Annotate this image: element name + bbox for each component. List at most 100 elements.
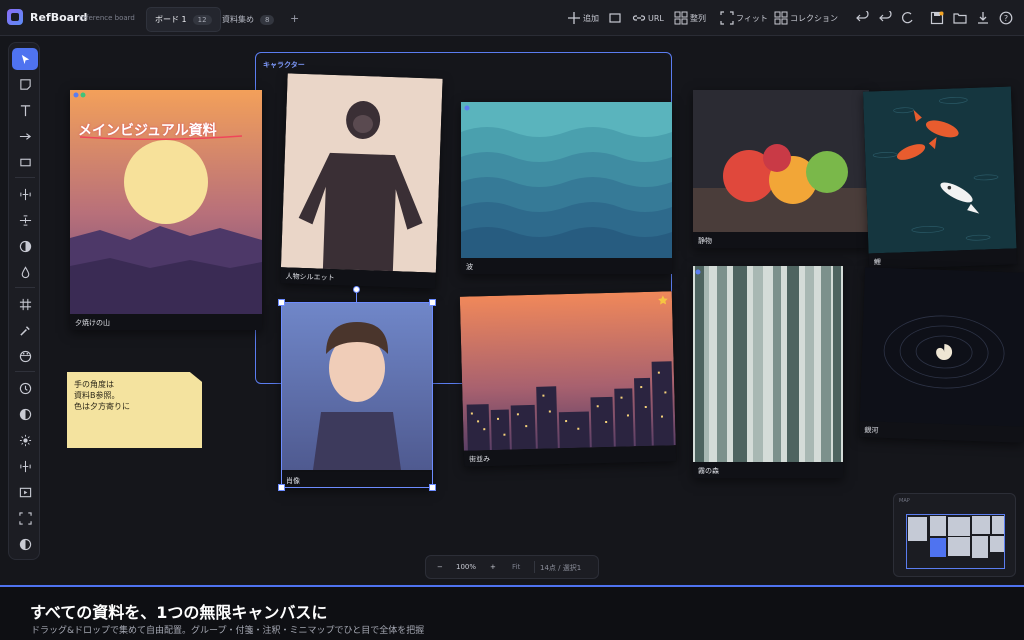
sticky-line: 資料B参照。: [74, 391, 120, 400]
arrange-button[interactable]: 整列: [674, 9, 706, 27]
help-button[interactable]: ?: [999, 10, 1013, 25]
fit-label: フィット: [736, 13, 768, 23]
resize-handle-top-right[interactable]: [429, 299, 436, 306]
note-tool[interactable]: [12, 73, 38, 95]
flip-icon: [19, 460, 31, 472]
minimap-label: MAP: [899, 498, 910, 504]
zoom-fit-button[interactable]: Fit: [512, 563, 520, 571]
minimap[interactable]: MAP: [893, 493, 1016, 577]
zoom-divider: [534, 561, 535, 573]
minimap-viewport[interactable]: [906, 514, 1005, 569]
card-sunset-mountains[interactable]: メインビジュアル資料 夕焼けの山: [70, 90, 262, 330]
grid-tool[interactable]: [12, 293, 38, 315]
download-button[interactable]: [976, 10, 990, 24]
city-image: [459, 291, 676, 451]
card-caption: 静物: [693, 232, 869, 248]
align-h-icon: [19, 188, 31, 200]
frame-button[interactable]: [608, 10, 622, 24]
invert-icon: [19, 408, 31, 420]
text-icon: [20, 104, 30, 116]
card-silhouette[interactable]: 人物シルエット: [280, 73, 443, 289]
url-label: URL: [648, 13, 664, 23]
note-icon: [19, 78, 31, 90]
sticky-note[interactable]: 手の角度は 資料B参照。 色は夕方寄りに: [67, 372, 202, 448]
collection-icon: [774, 11, 788, 25]
annotation-text[interactable]: メインビジュアル資料: [78, 120, 217, 140]
card-caption: 波: [461, 258, 672, 274]
zoom-level[interactable]: 100%: [456, 563, 476, 571]
frame-icon: [609, 13, 621, 23]
url-button[interactable]: URL: [632, 9, 664, 27]
card-forest[interactable]: 霧の森: [693, 266, 843, 478]
clock-icon: [19, 382, 31, 394]
card-still-life[interactable]: 静物: [693, 90, 869, 248]
redo-button[interactable]: [900, 10, 914, 24]
brightness-tool[interactable]: [12, 429, 38, 451]
tab-label: ボード 1: [155, 15, 187, 24]
fit-button[interactable]: フィット: [720, 9, 768, 27]
flip-tool[interactable]: [12, 455, 38, 477]
select-icon: [21, 54, 29, 64]
collection-label: コレクション: [790, 13, 838, 23]
add-tab-button[interactable]: +: [290, 12, 299, 25]
add-button[interactable]: 追加: [567, 9, 599, 27]
open-folder-button[interactable]: [953, 10, 967, 24]
present-tool[interactable]: [12, 481, 38, 503]
invert-tool[interactable]: [12, 403, 38, 425]
save-button[interactable]: [930, 10, 944, 25]
tab-board-1[interactable]: ボード 1 12: [146, 7, 221, 32]
sticky-line: 手の角度は: [74, 380, 114, 389]
zoom-in-button[interactable]: +: [490, 563, 496, 571]
undo-all-button[interactable]: [878, 9, 892, 24]
app-subtitle: reference board: [79, 14, 135, 22]
rotate-handle[interactable]: [353, 286, 360, 293]
drop-icon: [21, 265, 29, 278]
theme-tool[interactable]: [12, 533, 38, 555]
help-icon: ?: [999, 11, 1013, 25]
zoom-out-button[interactable]: −: [437, 563, 443, 571]
arrange-label: 整列: [690, 13, 706, 23]
save-icon: [930, 11, 944, 25]
forest-image: [693, 266, 843, 462]
tab-count: 8: [260, 14, 275, 25]
palette-icon: [19, 350, 31, 362]
card-waves[interactable]: 波: [461, 102, 672, 274]
group-label[interactable]: キャラクター: [263, 60, 305, 70]
eyedropper-tool[interactable]: [12, 319, 38, 341]
footer-subtitle: ドラッグ&ドロップで集めて自由配置。グループ・付箋・注釈・ミニマップでひと目で全…: [31, 626, 425, 636]
fullscreen-tool[interactable]: [12, 507, 38, 529]
arrow-icon: [19, 132, 31, 140]
history-tool[interactable]: [12, 377, 38, 399]
resize-handle-bottom-right[interactable]: [429, 484, 436, 491]
collection-button[interactable]: コレクション: [774, 9, 838, 27]
card-city[interactable]: 街並み: [459, 291, 677, 467]
color-drop-tool[interactable]: [12, 261, 38, 283]
download-icon: [978, 12, 988, 24]
svg-text:?: ?: [1004, 14, 1008, 23]
folder-icon: [953, 13, 967, 24]
undo-icon: [879, 9, 892, 22]
select-tool[interactable]: [12, 48, 38, 70]
card-caption: 夕焼けの山: [70, 314, 262, 330]
carp-image: [862, 86, 1017, 254]
eyedropper-icon: [19, 325, 30, 336]
left-toolbar: [8, 42, 40, 560]
tab-collect[interactable]: 資料集め 8: [214, 7, 282, 32]
palette-tool[interactable]: [12, 345, 38, 367]
align-horizontal-tool[interactable]: [12, 183, 38, 205]
resize-handle-top-left[interactable]: [278, 299, 285, 306]
silhouette-image: [280, 73, 443, 273]
tab-label: 資料集め: [222, 15, 254, 24]
card-galaxy[interactable]: 銀河: [859, 267, 1024, 443]
contrast-tool[interactable]: [12, 235, 38, 257]
align-vertical-tool[interactable]: [12, 209, 38, 231]
resize-handle-bottom-left[interactable]: [278, 484, 285, 491]
text-tool[interactable]: [12, 99, 38, 121]
rect-tool[interactable]: [12, 151, 38, 173]
card-carp[interactable]: 鯉: [862, 86, 1018, 270]
undo-button[interactable]: [855, 9, 869, 24]
fit-icon: [720, 11, 734, 25]
zoom-bar: − 100% + Fit 14点 / 選択1: [425, 555, 599, 579]
arrow-tool[interactable]: [12, 125, 38, 147]
card-caption: 霧の森: [693, 462, 843, 478]
